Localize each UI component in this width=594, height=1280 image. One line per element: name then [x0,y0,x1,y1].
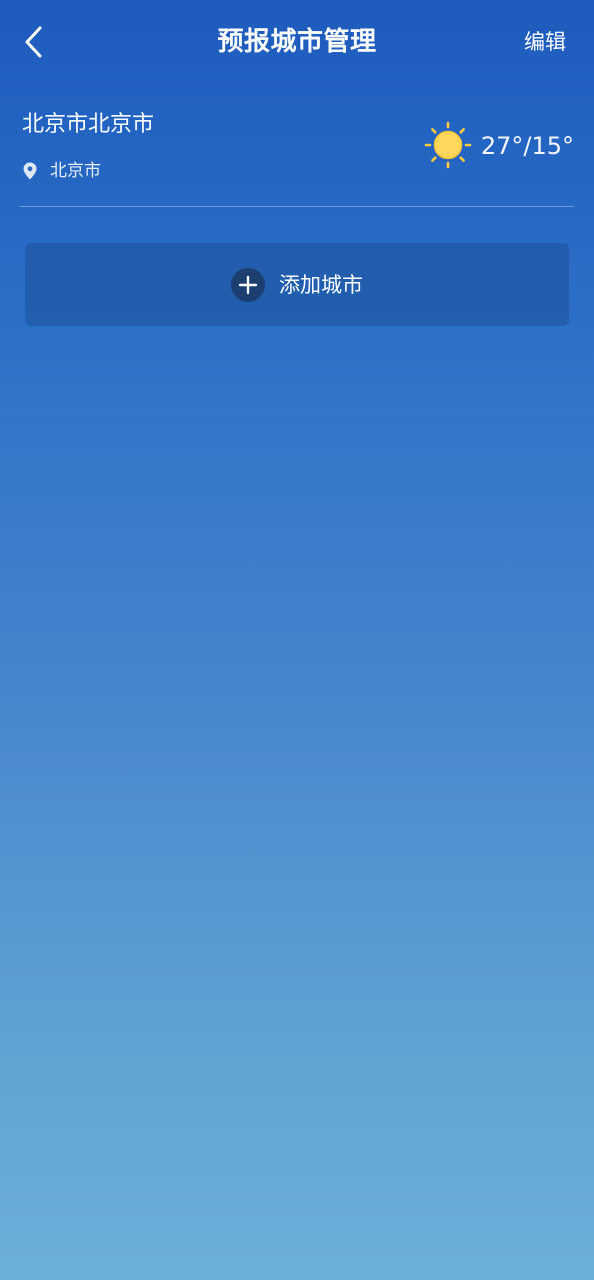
city-name: 北京市北京市 [22,112,155,137]
plus-icon [231,267,265,302]
edit-button[interactable]: 编辑 [524,27,566,57]
sun-icon [424,121,472,169]
city-list-item[interactable]: 北京市北京市 北京市 27°/15° [20,96,574,207]
city-location: 北京市 [22,158,101,184]
temperature-range: 27°/15° [480,132,574,160]
header: 预报城市管理 编辑 [0,0,594,84]
location-label: 北京市 [50,161,101,181]
add-city-label: 添加城市 [279,272,363,297]
location-pin-icon [23,162,37,180]
add-city-button[interactable]: 添加城市 [25,243,569,326]
page-title: 预报城市管理 [217,27,377,57]
